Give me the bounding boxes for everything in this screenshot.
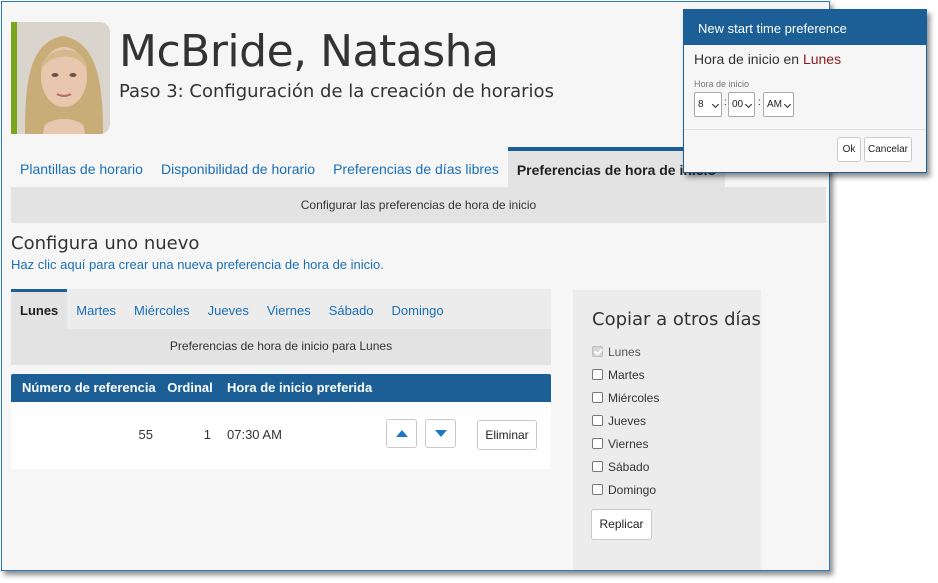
copy-day-tuesday[interactable]: Martes <box>592 363 659 386</box>
tab-schedule-availability[interactable]: Disponibilidad de horario <box>152 147 324 187</box>
chevron-down-icon <box>711 100 720 109</box>
day-tabs-panel: Lunes Martes Miércoles Jueves Viernes Sá… <box>11 289 551 365</box>
move-up-button[interactable] <box>386 419 417 448</box>
checkbox-saturday[interactable] <box>592 461 603 472</box>
day-tab-saturday[interactable]: Sábado <box>320 289 383 329</box>
move-down-button[interactable] <box>425 419 456 448</box>
day-tab-wednesday[interactable]: Miércoles <box>125 289 199 329</box>
step-title: Paso 3: Configuración de la creación de … <box>119 81 554 102</box>
column-header-preferred-time: Hora de inicio preferida <box>227 380 373 395</box>
replicate-button[interactable]: Replicar <box>591 509 652 540</box>
arrow-down-icon <box>434 430 447 437</box>
checkbox-label: Viernes <box>608 436 649 451</box>
day-tab-tuesday[interactable]: Martes <box>67 289 125 329</box>
checkbox-sunday[interactable] <box>592 484 603 495</box>
table-row: 55 1 07:30 AM Eliminar <box>11 402 551 469</box>
preferences-table: Número de referencia Ordinal Hora de ini… <box>11 374 551 469</box>
copy-panel-title: Copiar a otros días <box>592 309 761 330</box>
checkbox-label: Jueves <box>608 413 647 428</box>
dialog-title: New start time preference <box>684 10 926 45</box>
ampm-select-value: AM <box>767 99 782 110</box>
copy-to-days-panel: Copiar a otros días Lunes Martes Miércol… <box>573 290 761 570</box>
checkbox-label: Lunes <box>608 344 641 359</box>
day-tab-friday[interactable]: Viernes <box>258 289 320 329</box>
start-time-field-label: Hora de inicio <box>694 79 750 89</box>
checkbox-label: Sábado <box>608 459 650 474</box>
copy-day-wednesday[interactable]: Miércoles <box>592 386 659 409</box>
arrow-up-icon <box>395 430 408 437</box>
time-separator: : <box>724 97 727 108</box>
ampm-select[interactable]: AM <box>763 92 794 117</box>
checkbox-label: Domingo <box>608 482 657 497</box>
dialog-heading: Hora de inicio en Lunes <box>694 51 841 67</box>
chevron-down-icon <box>783 100 792 109</box>
checkbox-friday[interactable] <box>592 438 603 449</box>
column-header-reference: Número de referencia <box>22 380 156 395</box>
ok-button[interactable]: Ok <box>837 137 861 162</box>
day-tab-thursday[interactable]: Jueves <box>199 289 258 329</box>
dialog-divider <box>684 129 926 130</box>
delete-button[interactable]: Eliminar <box>477 420 537 450</box>
copy-day-monday: Lunes <box>592 340 659 363</box>
configure-new-heading: Configura uno nuevo <box>11 233 200 254</box>
hour-select[interactable]: 8 <box>694 92 722 117</box>
checkbox-thursday[interactable] <box>592 415 603 426</box>
checkbox-wednesday[interactable] <box>592 392 603 403</box>
day-tab-sunday[interactable]: Domingo <box>383 289 453 329</box>
section-subtitle-bar: Configurar las preferencias de hora de i… <box>11 187 826 223</box>
minute-select-value: 00 <box>732 99 744 110</box>
day-tab-monday[interactable]: Lunes <box>11 289 68 329</box>
copy-day-sunday[interactable]: Domingo <box>592 478 659 501</box>
cancel-button[interactable]: Cancelar <box>864 137 912 162</box>
new-start-time-dialog: New start time preference Hora de inicio… <box>683 9 927 173</box>
dialog-heading-prefix: Hora de inicio en <box>694 51 800 67</box>
avatar <box>17 22 110 134</box>
copy-day-saturday[interactable]: Sábado <box>592 455 659 478</box>
checkbox-monday <box>592 346 603 357</box>
chevron-down-icon <box>744 100 753 109</box>
checkbox-label: Miércoles <box>608 390 660 405</box>
tab-days-off-preferences[interactable]: Preferencias de días libres <box>324 147 508 187</box>
cell-reference: 55 <box>138 427 153 442</box>
copy-day-thursday[interactable]: Jueves <box>592 409 659 432</box>
column-header-ordinal: Ordinal <box>167 380 213 395</box>
cell-ordinal: 1 <box>203 427 211 442</box>
checkbox-label: Martes <box>608 367 645 382</box>
person-name: McBride, Natasha <box>119 26 499 77</box>
tab-schedule-templates[interactable]: Plantillas de horario <box>11 147 152 187</box>
day-tabs: Lunes Martes Miércoles Jueves Viernes Sá… <box>11 289 551 329</box>
cell-time: 07:30 AM <box>227 427 282 442</box>
create-preference-link[interactable]: Haz clic aquí para crear una nueva prefe… <box>11 257 384 272</box>
minute-select[interactable]: 00 <box>728 92 755 117</box>
dialog-heading-day: Lunes <box>802 51 842 67</box>
table-header: Número de referencia Ordinal Hora de ini… <box>11 374 551 402</box>
main-tabs: Plantillas de horario Disponibilidad de … <box>11 147 726 187</box>
time-separator: : <box>758 97 761 108</box>
checkbox-tuesday[interactable] <box>592 369 603 380</box>
copy-days-list: Lunes Martes Miércoles Jueves Viernes Sá… <box>592 340 659 501</box>
hour-select-value: 8 <box>698 99 704 110</box>
copy-day-friday[interactable]: Viernes <box>592 432 659 455</box>
day-subtitle-bar: Preferencias de hora de inicio para Lune… <box>11 329 551 365</box>
